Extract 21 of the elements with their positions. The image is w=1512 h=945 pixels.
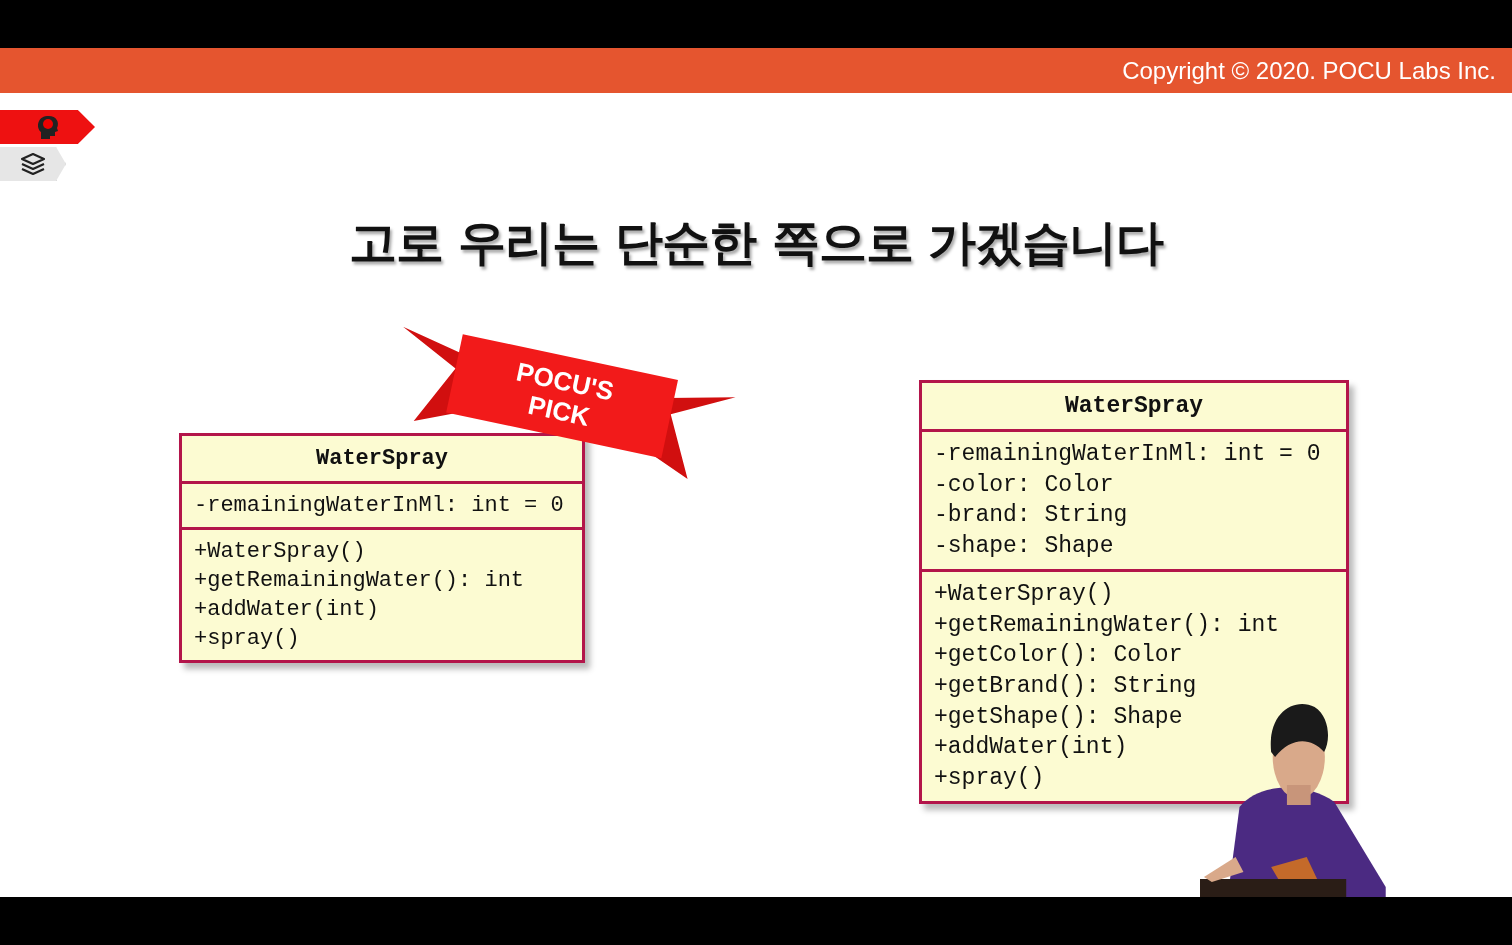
method-text: +addWater(int) (934, 733, 1129, 763)
method-text: +getColor(): Color (934, 641, 1184, 671)
slide-title: 고로 우리는 단순한 쪽으로 가겠습니다 (347, 213, 1165, 272)
method-text: +spray() (934, 764, 1046, 794)
attribute-text: -color: Color (934, 470, 1115, 500)
attribute-text: -remainingWaterInMl: int = 0 (194, 492, 565, 520)
side-tab[interactable] (0, 110, 95, 144)
method-text: +getBrand(): String (934, 671, 1198, 701)
method-text: +WaterSpray() (194, 538, 367, 566)
method-text: +getShape(): Shape (934, 702, 1184, 732)
attribute-text: -shape: Shape (934, 532, 1115, 562)
method-text: +getRemainingWater(): int (194, 567, 526, 595)
side-tab[interactable] (0, 147, 66, 181)
attribute-text: -remainingWaterInMl: int = 0 (934, 440, 1322, 469)
method-text: +WaterSpray() (934, 579, 1115, 609)
method-text: +addWater(int) (194, 596, 380, 624)
method-text: +spray() (194, 625, 301, 653)
method-text: +getRemainingWater(): int (934, 610, 1281, 640)
attribute-text: -brand: String (934, 501, 1129, 531)
class-name: WaterSpray (922, 383, 1346, 432)
copyright-text: Copyright © 2020. POCU Labs Inc. (1122, 56, 1496, 85)
